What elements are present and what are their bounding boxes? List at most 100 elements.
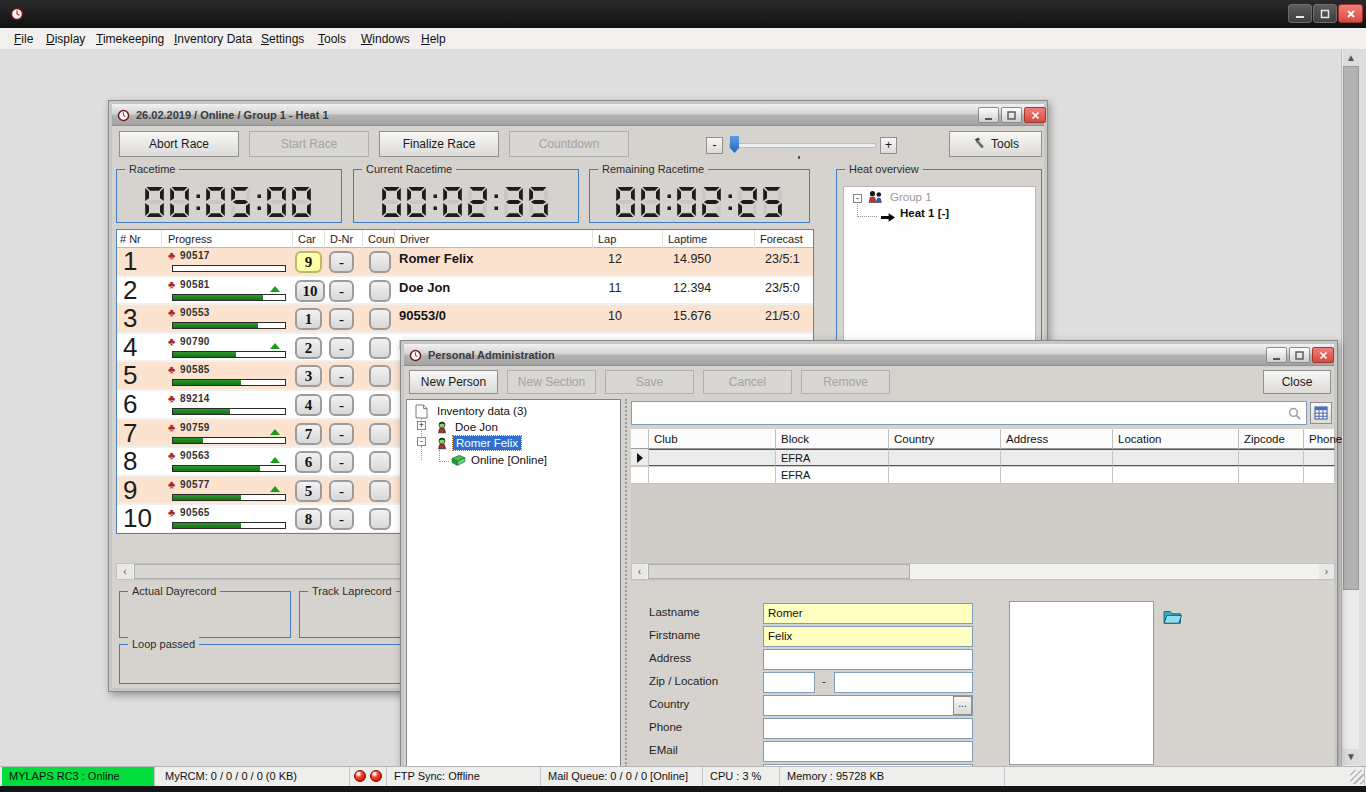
hscroll-left-button[interactable]: ‹: [117, 564, 133, 579]
dnr-box[interactable]: -: [329, 251, 354, 273]
car-number-box[interactable]: 8: [295, 508, 322, 530]
grid-row-1-club[interactable]: [649, 449, 776, 466]
zoom-in-button[interactable]: +: [880, 137, 897, 154]
grid-col-country[interactable]: Country: [889, 429, 1001, 449]
grid-row-1-location[interactable]: [1113, 449, 1239, 466]
mdi-vscroll-down[interactable]: ▼: [1343, 749, 1359, 765]
grid-row-1-phone[interactable]: [1304, 449, 1335, 466]
car-number-box[interactable]: 5: [295, 480, 322, 502]
col-header-forecast[interactable]: Forecast: [757, 230, 814, 248]
col-header-progress[interactable]: Progress: [165, 230, 293, 248]
country-box[interactable]: [369, 280, 391, 302]
grid-row-2-country[interactable]: [889, 467, 1001, 484]
menu-tools[interactable]: Tools: [314, 28, 350, 50]
country-picker-button[interactable]: ...: [953, 696, 972, 715]
grid-hscroll-left[interactable]: ‹: [632, 564, 647, 579]
col-header-d-nr[interactable]: D-Nr: [327, 230, 363, 248]
race-window-titlebar[interactable]: 26.02.2019 / Online / Group 1 - Heat 1: [112, 104, 1044, 126]
tree-collapse-romerfelix[interactable]: -: [417, 437, 426, 446]
grid-col-phone[interactable]: Phone: [1304, 429, 1335, 449]
grid-row-2-address[interactable]: [1001, 467, 1113, 484]
tools-button[interactable]: Tools: [949, 131, 1042, 157]
col-header-car[interactable]: Car: [295, 230, 325, 248]
tree-root-label[interactable]: Inventory data (3): [437, 405, 527, 417]
dnr-box[interactable]: -: [329, 480, 354, 502]
grid-col-block[interactable]: Block: [776, 429, 889, 449]
grid-row-2-phone[interactable]: [1304, 467, 1335, 484]
mdi-vscroll-thumb[interactable]: [1343, 66, 1359, 590]
tree-expand-doejon[interactable]: +: [417, 421, 426, 430]
app-close-button[interactable]: [1338, 4, 1363, 23]
countdown-button[interactable]: Countdown: [509, 131, 629, 157]
cancel-button[interactable]: Cancel: [703, 370, 792, 394]
heat-tree-group[interactable]: Group 1: [890, 191, 932, 203]
country-box[interactable]: [369, 508, 391, 530]
field-zip[interactable]: [763, 672, 815, 693]
new-section-button[interactable]: New Section: [507, 370, 596, 394]
tree-item-doejon[interactable]: Doe Jon: [455, 421, 498, 433]
col-header-driver[interactable]: Driver: [397, 230, 593, 248]
grid-view-button[interactable]: [1310, 402, 1332, 424]
car-number-box[interactable]: 10: [295, 280, 325, 302]
car-number-box[interactable]: 9: [295, 251, 322, 273]
save-button[interactable]: Save: [605, 370, 694, 394]
race-row-1[interactable]: 1♣905179-Romer Felix1214.95023/5:1: [117, 248, 813, 277]
grid-col-location[interactable]: Location: [1113, 429, 1239, 449]
car-number-box[interactable]: 4: [295, 394, 322, 416]
country-box[interactable]: [369, 480, 391, 502]
country-box[interactable]: [369, 308, 391, 330]
close-button[interactable]: Close: [1263, 370, 1331, 394]
race-row-3[interactable]: 3♣905531-90553/01015.67621/5:0: [117, 305, 813, 334]
car-number-box[interactable]: 1: [295, 308, 322, 330]
slider-track[interactable]: [729, 143, 876, 148]
car-number-box[interactable]: 6: [295, 451, 322, 473]
grid-row-2-zipcode[interactable]: [1239, 467, 1304, 484]
field-email[interactable]: [763, 741, 973, 762]
dnr-box[interactable]: -: [329, 280, 354, 302]
field-extra[interactable]: [763, 764, 973, 766]
field-address[interactable]: [763, 649, 973, 670]
country-box[interactable]: [369, 337, 391, 359]
menu-inventory-data[interactable]: Inventory Data: [170, 28, 256, 50]
dnr-box[interactable]: -: [329, 508, 354, 530]
grid-row-2-location[interactable]: [1113, 467, 1239, 484]
menu-display[interactable]: Display: [42, 28, 89, 50]
dnr-box[interactable]: -: [329, 308, 354, 330]
menu-windows[interactable]: Windows: [357, 28, 414, 50]
grid-row-2-club[interactable]: [649, 467, 776, 484]
search-input[interactable]: [631, 401, 1307, 425]
grid-row-1-zipcode[interactable]: [1239, 449, 1304, 466]
mdi-vscrollbar[interactable]: ▲ ▼: [1341, 50, 1359, 766]
country-box[interactable]: [369, 251, 391, 273]
country-box[interactable]: [369, 451, 391, 473]
country-box[interactable]: [369, 423, 391, 445]
dnr-box[interactable]: -: [329, 365, 354, 387]
tree-item-romerfelix-selected[interactable]: Romer Felix: [453, 436, 521, 450]
heat-group-collapse-icon[interactable]: -: [853, 194, 862, 203]
field-phone[interactable]: [763, 718, 973, 739]
race-row-2[interactable]: 2♣9058110-Doe Jon1112.39423/5:0: [117, 277, 813, 306]
dnr-box[interactable]: -: [329, 394, 354, 416]
mdi-vscroll-up[interactable]: ▲: [1343, 50, 1359, 66]
pa-minimize-button[interactable]: [1266, 347, 1287, 363]
race-maximize-button[interactable]: [1001, 107, 1022, 123]
menu-timekeeping[interactable]: Timekeeping: [92, 28, 168, 50]
grid-row-2-block[interactable]: EFRA: [776, 467, 889, 484]
car-number-box[interactable]: 2: [295, 337, 322, 359]
grid-row-1-address[interactable]: [1001, 449, 1113, 466]
col-header-lap[interactable]: Lap: [595, 230, 663, 248]
pa-maximize-button[interactable]: [1289, 347, 1310, 363]
grid-hscrollbar[interactable]: ‹ ›: [631, 563, 1335, 580]
race-close-button[interactable]: [1024, 107, 1046, 123]
menu-help[interactable]: Help: [417, 28, 450, 50]
app-minimize-button[interactable]: [1288, 4, 1312, 23]
field-location[interactable]: [834, 672, 973, 693]
country-box[interactable]: [369, 365, 391, 387]
dnr-box[interactable]: -: [329, 451, 354, 473]
dnr-box[interactable]: -: [329, 337, 354, 359]
field-country[interactable]: [763, 695, 973, 716]
grid-hscroll-thumb[interactable]: [648, 564, 910, 579]
abort-race-button[interactable]: Abort Race: [119, 131, 239, 157]
tree-item-online[interactable]: Online [Online]: [471, 454, 547, 466]
pa-close-button[interactable]: [1312, 347, 1334, 363]
